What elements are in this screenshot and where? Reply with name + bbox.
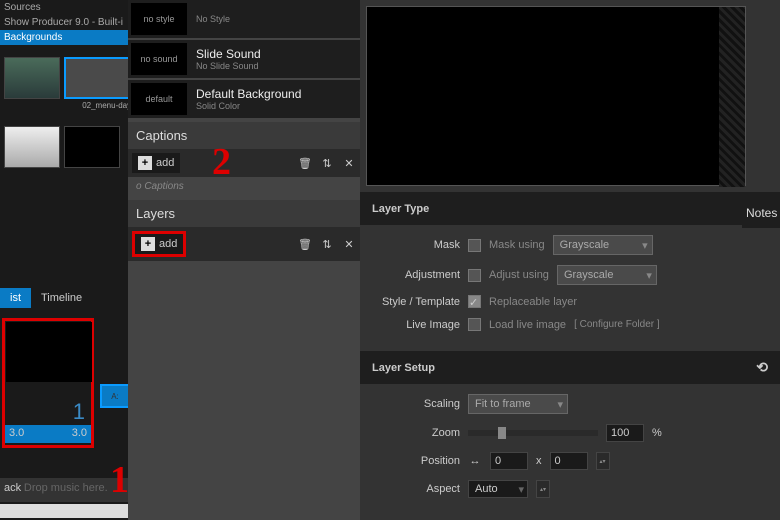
layers-toolbar: +add 🗑 ⇅ ✕ — [128, 227, 360, 261]
slide-dur2: 3.0 — [72, 427, 87, 441]
lbl-styletpl: Style / Template — [372, 296, 460, 308]
lbl-scaling: Scaling — [372, 398, 460, 410]
plus-icon: + — [141, 237, 155, 251]
txt-adjustusing: Adjust using — [489, 269, 549, 281]
txt-maskusing: Mask using — [489, 239, 545, 251]
bg-thumb-4[interactable] — [64, 126, 120, 168]
notes-tab[interactable]: Notes — [742, 198, 780, 228]
pct-label: % — [652, 427, 662, 439]
txt-loadlive: Load live image — [489, 319, 566, 331]
pos-y-input[interactable]: 0 — [550, 452, 588, 470]
chk-adjustment[interactable] — [468, 269, 481, 282]
annotation-2: 2 — [212, 140, 231, 184]
lbl-mask: Mask — [372, 239, 460, 251]
chk-replaceable[interactable]: ✓ — [468, 295, 481, 308]
refresh-icon[interactable]: ⟲ — [756, 359, 768, 376]
layer-setup-header: Layer Setup⟲ — [360, 351, 780, 384]
captions-add-button[interactable]: +add — [132, 153, 180, 173]
sel-aspect[interactable]: Auto — [468, 480, 528, 498]
slide-number: 1 — [73, 399, 85, 425]
tree-backgrounds[interactable]: Backgrounds — [0, 30, 128, 45]
sort-icon[interactable]: ⇅ — [320, 237, 334, 251]
lbl-aspect: Aspect — [372, 483, 460, 495]
slide-thumb[interactable]: 1 3.0 3.0 — [2, 318, 94, 448]
captions-header: Captions — [128, 122, 360, 149]
pos-stepper[interactable]: ▴▾ — [596, 452, 610, 470]
layer-type-header: Layer Type⟲ — [360, 192, 780, 225]
mini-thumb[interactable]: A: — [100, 384, 130, 408]
link-configure[interactable]: [ Configure Folder ] — [574, 319, 660, 330]
txt-replaceable: Replaceable layer — [489, 296, 577, 308]
sort-icon[interactable]: ⇅ — [320, 156, 334, 170]
chk-liveimg[interactable] — [468, 318, 481, 331]
tree-producer[interactable]: Show Producer 9.0 - Built-i — [0, 15, 128, 30]
chk-mask[interactable] — [468, 239, 481, 252]
bg-thumb-3[interactable] — [4, 126, 60, 168]
zoom-input[interactable]: 100 — [606, 424, 644, 442]
tab-timeline[interactable]: Timeline — [31, 288, 92, 308]
tab-list[interactable]: ist — [0, 288, 31, 308]
x-label: x — [536, 455, 542, 467]
lbl-position: Position — [372, 455, 460, 467]
lr-icon[interactable]: ↔ — [468, 454, 482, 468]
sel-adjustment[interactable]: Grayscale — [557, 265, 657, 285]
aspect-stepper[interactable]: ▴▾ — [536, 480, 550, 498]
layers-add-button[interactable]: +add — [132, 231, 186, 257]
tools-icon[interactable]: ✕ — [342, 156, 356, 170]
pos-x-input[interactable]: 0 — [490, 452, 528, 470]
lbl-zoom: Zoom — [372, 427, 460, 439]
opt-style[interactable]: no styleNo Style — [128, 0, 360, 38]
zoom-slider[interactable] — [468, 430, 598, 436]
captions-toolbar: +add 🗑 ⇅ ✕ — [128, 149, 360, 177]
trash-icon[interactable]: 🗑 — [298, 237, 312, 251]
sel-scaling[interactable]: Fit to frame — [468, 394, 568, 414]
lbl-liveimg: Live Image — [372, 319, 460, 331]
no-captions-text: o Captions — [128, 177, 360, 196]
tools-icon[interactable]: ✕ — [342, 237, 356, 251]
opt-sound[interactable]: no soundSlide SoundNo Slide Sound — [128, 40, 360, 78]
tree-sources[interactable]: Sources — [0, 0, 128, 15]
slide-dur1: 3.0 — [9, 427, 24, 441]
lbl-adjustment: Adjustment — [372, 269, 460, 281]
annotation-1: 1 — [110, 458, 129, 502]
sel-mask[interactable]: Grayscale — [553, 235, 653, 255]
bg-thumb-1[interactable] — [4, 57, 60, 99]
preview-area — [366, 6, 746, 186]
trash-icon[interactable]: 🗑 — [298, 156, 312, 170]
plus-icon: + — [138, 156, 152, 170]
layers-header: Layers — [128, 200, 360, 227]
opt-background[interactable]: defaultDefault BackgroundSolid Color — [128, 80, 360, 118]
